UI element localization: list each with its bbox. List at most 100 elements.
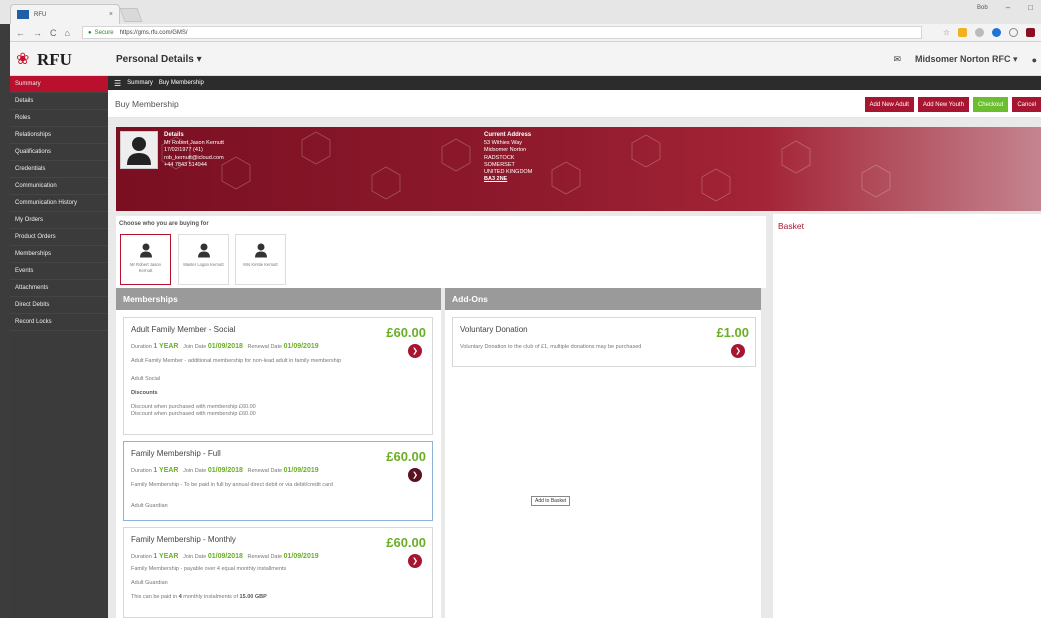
address-line: 53 Withies Way (484, 140, 523, 147)
sidebar-item-events[interactable]: Events (10, 263, 108, 280)
add-to-basket-button[interactable]: ❯ (408, 468, 422, 482)
tab-title: RFU (34, 11, 47, 18)
add-to-basket-button[interactable]: ❯ (408, 554, 422, 568)
home-icon[interactable]: ⌂ (65, 28, 70, 38)
title-row: Buy Membership Add New Adult Add New You… (108, 90, 1041, 118)
add-new-adult-button[interactable]: Add New Adult (864, 97, 914, 112)
person-silhouette-icon (127, 137, 151, 165)
profile-banner: Details Mr Robert Jason Kernutt 17/02/19… (116, 127, 1041, 211)
profile-badge[interactable]: Bob (977, 5, 988, 11)
membership-category: Adult Guardian (131, 580, 168, 586)
add-to-basket-button[interactable]: ❯ (731, 344, 745, 358)
memberships-heading: Memberships (116, 288, 441, 310)
sidebar-nav: Summary Details Roles Relationships Qual… (10, 76, 108, 618)
address-line: RADSTOCK (484, 154, 515, 161)
person-name: Master Logan Kernutt (183, 262, 224, 267)
secure-label: Secure (94, 29, 114, 36)
rfu-logo[interactable]: ❀ RFU (16, 50, 72, 70)
basket-panel: Basket (773, 214, 1041, 618)
maximize-icon[interactable]: □ (1028, 3, 1033, 12)
header-right: ✉ Midsomer Norton RFC ▾ ● (894, 54, 1038, 65)
avatar (120, 131, 158, 169)
mail-icon[interactable]: ✉ (894, 54, 902, 65)
cancel-button[interactable]: Cancel (1012, 97, 1041, 112)
checkout-button[interactable]: Checkout (972, 97, 1009, 112)
page-selector[interactable]: Personal Details ▾ (116, 54, 202, 65)
extension-circle-icon[interactable] (1009, 28, 1018, 37)
sidebar-item-product-orders[interactable]: Product Orders (10, 229, 108, 246)
person-name: Mr Robert Jason Kernutt (130, 262, 161, 273)
membership-card-family-full: Family Membership - Full £60.00 Duration… (123, 441, 433, 521)
extension-blue-icon[interactable] (992, 28, 1001, 37)
breadcrumb: ☰ Summary Buy Membership (108, 76, 1041, 90)
person-icon (254, 243, 267, 258)
addon-description: Voluntary Donation to the club of £1, mu… (460, 344, 642, 350)
club-selector[interactable]: Midsomer Norton RFC ▾ (915, 54, 1018, 65)
add-to-basket-button[interactable]: ❯ (408, 344, 422, 358)
profile-details: Details Mr Robert Jason Kernutt 17/02/19… (164, 132, 224, 169)
postcode: BA3 2NE (484, 176, 508, 183)
membership-title: Family Membership - Monthly (131, 535, 236, 544)
installments-note: This can be paid in 4 monthly instalment… (131, 594, 267, 600)
sidebar-item-relationships[interactable]: Relationships (10, 127, 108, 144)
membership-description: Adult Family Member - additional members… (131, 358, 342, 364)
extension-grey-icon[interactable] (975, 28, 984, 37)
user-icon[interactable]: ● (1032, 55, 1037, 65)
membership-price: £60.00 (386, 535, 426, 550)
person-card-robert[interactable]: Mr Robert Jason Kernutt (120, 234, 171, 285)
addons-panel: Add-Ons Voluntary Donation £1.00 ❯ Volun… (445, 288, 761, 618)
action-buttons: Add New Adult Add New Youth Checkout Can… (864, 97, 1041, 112)
membership-card-family-monthly: Family Membership - Monthly £60.00 Durat… (123, 527, 433, 618)
minimize-icon[interactable]: – (1006, 3, 1010, 12)
rfu-favicon-icon (17, 10, 29, 19)
profile-dob: 17/02/1977 (41) (164, 147, 203, 154)
url-text: https://gms.rfu.com/GMS/ (119, 29, 188, 36)
sidebar-item-details[interactable]: Details (10, 93, 108, 110)
tab-close-icon[interactable]: × (109, 11, 113, 18)
sidebar-item-direct-debits[interactable]: Direct Debits (10, 297, 108, 314)
addon-price: £1.00 (716, 325, 749, 340)
new-tab-button[interactable] (119, 8, 143, 22)
sidebar-item-record-locks[interactable]: Record Locks (10, 314, 108, 331)
url-field[interactable]: ● Secure https://gms.rfu.com/GMS/ (81, 26, 922, 39)
chooser-label: Choose who you are buying for (119, 221, 209, 227)
window-edge (0, 0, 10, 618)
address-toolbar: ← → C ⌂ ● Secure https://gms.rfu.com/GMS… (10, 24, 1041, 42)
person-icon (197, 243, 210, 258)
discount-line: Discount when purchased with membership … (131, 404, 256, 410)
menu-icon[interactable]: ☰ (114, 79, 121, 88)
breadcrumb-summary[interactable]: Summary (127, 80, 153, 86)
person-card-logan[interactable]: Master Logan Kernutt (178, 234, 229, 285)
membership-terms: Duration 1 YEAR Join Date 01/09/2018 Ren… (131, 553, 319, 560)
reload-icon[interactable]: C (50, 28, 57, 38)
sidebar-item-communication-history[interactable]: Communication History (10, 195, 108, 212)
breadcrumb-buy-membership[interactable]: Buy Membership (159, 80, 204, 86)
sidebar-item-summary[interactable]: Summary (10, 76, 108, 93)
profile-email: rob_kernutt@icloud.com (164, 154, 224, 161)
sidebar-item-roles[interactable]: Roles (10, 110, 108, 127)
person-card-kirstie[interactable]: Mrs Kirstie Kernutt (235, 234, 286, 285)
sidebar-item-attachments[interactable]: Attachments (10, 280, 108, 297)
sidebar-item-communication[interactable]: Communication (10, 178, 108, 195)
membership-category: Adult Social (131, 376, 161, 382)
sidebar-item-qualifications[interactable]: Qualifications (10, 144, 108, 161)
basket-heading: Basket (778, 221, 804, 231)
profile-address: Current Address 53 Withies Way Midsomer … (484, 132, 532, 183)
back-icon[interactable]: ← (16, 28, 25, 38)
forward-icon[interactable]: → (33, 28, 42, 38)
sidebar-item-my-orders[interactable]: My Orders (10, 212, 108, 229)
add-new-youth-button[interactable]: Add New Youth (917, 97, 969, 112)
extension-yellow-icon[interactable] (958, 28, 967, 37)
membership-title: Adult Family Member - Social (131, 325, 236, 334)
membership-title: Family Membership - Full (131, 449, 221, 458)
main-content: Details Mr Robert Jason Kernutt 17/02/19… (108, 118, 1041, 618)
logo-text: RFU (37, 50, 72, 69)
browser-tab[interactable]: RFU × (10, 4, 120, 24)
sidebar-item-credentials[interactable]: Credentials (10, 161, 108, 178)
add-to-basket-tooltip: Add to Basket (531, 496, 571, 506)
addons-heading: Add-Ons (445, 288, 761, 310)
star-icon[interactable]: ☆ (943, 28, 950, 37)
address-line: SOMERSET (484, 161, 515, 168)
sidebar-item-memberships[interactable]: Memberships (10, 246, 108, 263)
extension-red-icon[interactable] (1026, 28, 1035, 37)
